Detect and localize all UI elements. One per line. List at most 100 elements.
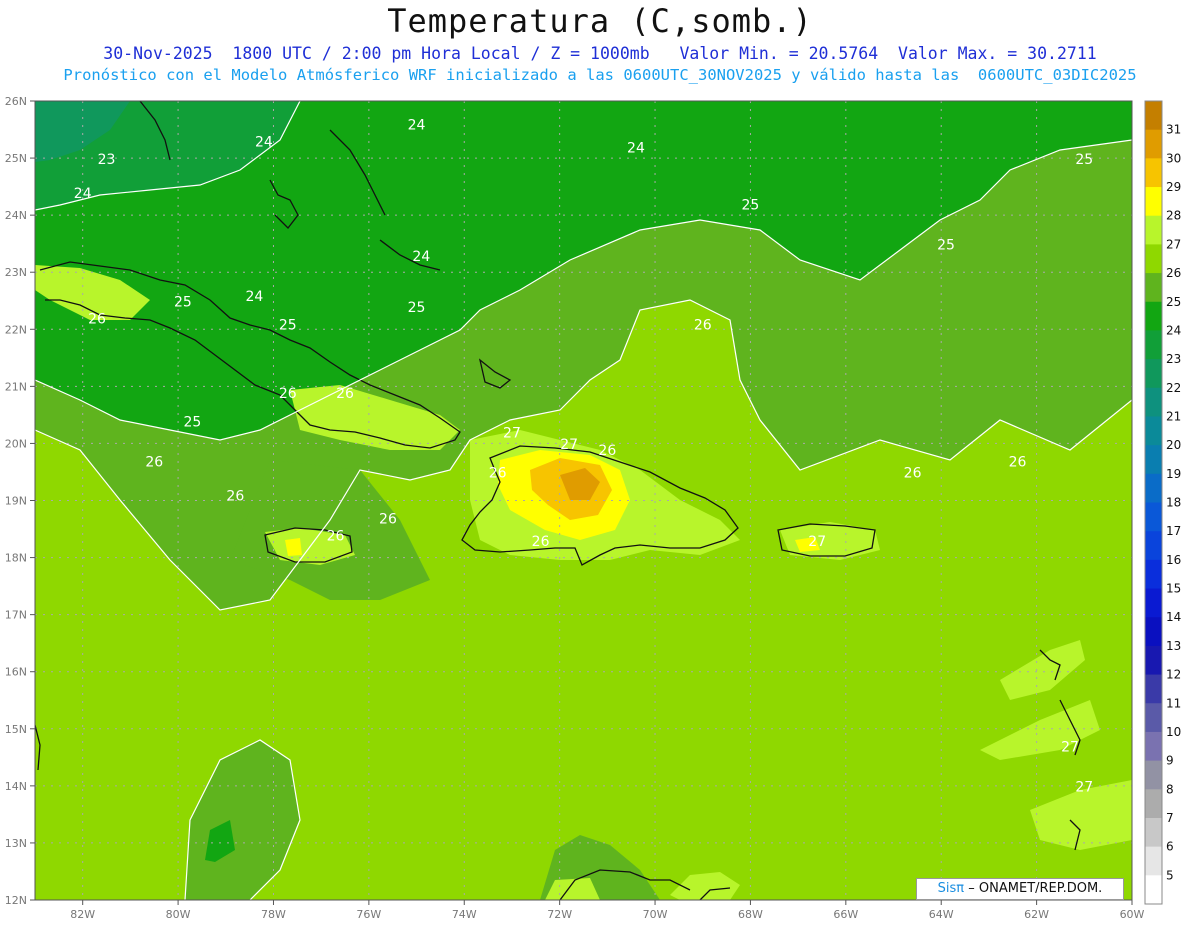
- contour-label: 23: [98, 152, 116, 168]
- lat-tick-label: 15N: [5, 723, 27, 736]
- contour-label: 27: [1075, 780, 1093, 796]
- lon-tick-label: 70W: [643, 908, 668, 921]
- lat-tick-label: 22N: [5, 323, 27, 336]
- colorbar-swatch: [1145, 473, 1162, 503]
- colorbar-swatch: [1145, 760, 1162, 790]
- colorbar-label: 23: [1166, 352, 1181, 366]
- colorbar-label: 29: [1166, 180, 1181, 194]
- colorbar-swatch: [1145, 359, 1162, 389]
- latitude-axis: 12N 13N 14N 15N 16N 17N 18N 19N 20N 21N 22N 23N 24N 2…: [5, 95, 35, 907]
- colorbar-swatch: [1145, 215, 1162, 245]
- lat-tick-label: 18N: [5, 552, 27, 565]
- colorbar-swatch: [1145, 158, 1162, 188]
- longitude-axis: 82W 80W 78W 76W 74W 72W 70W 68W 66W 64W 62W 60W: [70, 900, 1145, 921]
- colorbar-swatch: [1145, 330, 1162, 360]
- lat-tick-label: 14N: [5, 780, 27, 793]
- lat-tick-label: 16N: [5, 666, 27, 679]
- lon-tick-label: 64W: [929, 908, 954, 921]
- contour-label: 25: [742, 197, 760, 213]
- lat-tick-label: 25N: [5, 152, 27, 165]
- colorbar-label: 28: [1166, 209, 1181, 223]
- colorbar-swatch: [1145, 875, 1162, 905]
- contour-label: 26: [379, 511, 397, 527]
- colorbar-label: 8: [1166, 782, 1174, 796]
- contour-label: 26: [694, 317, 712, 333]
- lat-tick-label: 17N: [5, 609, 27, 622]
- contour-label: 26: [88, 312, 106, 328]
- colorbar-swatch: [1145, 645, 1162, 676]
- contour-label: 25: [279, 317, 297, 333]
- lat-tick-label: 23N: [5, 266, 27, 279]
- colorbar-label: 31: [1166, 123, 1181, 137]
- colorbar-swatch: [1145, 416, 1162, 446]
- lon-tick-label: 82W: [70, 908, 95, 921]
- credit-text: – ONAMET/REP.DOM.: [968, 881, 1103, 896]
- contour-label: 24: [408, 118, 426, 134]
- contour-label: 26: [598, 443, 616, 459]
- contour-label: 27: [1061, 740, 1079, 756]
- colorbar-swatch: [1145, 101, 1162, 131]
- colorbar-label: 16: [1166, 553, 1181, 567]
- colorbar-swatch: [1145, 731, 1162, 762]
- lat-tick-label: 26N: [5, 95, 27, 108]
- contour-label: 24: [74, 186, 92, 202]
- colorbar-swatch: [1145, 703, 1162, 733]
- colorbar-label: 18: [1166, 496, 1181, 510]
- sispi-logo: Sisπ: [937, 881, 965, 896]
- contour-label: 26: [904, 466, 922, 482]
- temperature-colorbar: 31 30 29 28 27 26 25 24 23 22 21 20 19 18 17 16 15 14 13 12…: [1144, 100, 1181, 905]
- lat-tick-label: 20N: [5, 437, 27, 450]
- colorbar-swatch: [1145, 789, 1162, 819]
- contour-label: 26: [327, 528, 345, 544]
- temperature-shading: [35, 101, 1132, 900]
- lon-tick-label: 72W: [547, 908, 572, 921]
- lon-tick-label: 74W: [452, 908, 477, 921]
- contour-label: 27: [808, 534, 826, 550]
- colorbar-swatch: [1145, 531, 1162, 561]
- lon-tick-label: 68W: [738, 908, 763, 921]
- colorbar-label: 30: [1166, 151, 1181, 165]
- lon-tick-label: 78W: [261, 908, 286, 921]
- lat-tick-label: 19N: [5, 495, 27, 508]
- colorbar-swatch: [1145, 273, 1162, 303]
- colorbar-swatch: [1145, 187, 1162, 217]
- colorbar-label: 13: [1166, 639, 1181, 653]
- contour-label: 25: [408, 300, 426, 316]
- band-28-29-jamaica: [285, 538, 302, 556]
- colorbar-label: 7: [1166, 811, 1174, 825]
- colorbar-swatch: [1145, 559, 1162, 590]
- contour-label: 26: [226, 489, 244, 505]
- colorbar-label: 22: [1166, 381, 1181, 395]
- contour-label: 25: [183, 414, 201, 430]
- colorbar-swatch: [1145, 244, 1162, 274]
- contour-label: 25: [937, 237, 955, 253]
- colorbar-label: 15: [1166, 582, 1181, 596]
- colorbar-label: 11: [1166, 696, 1181, 710]
- contour-label: 24: [627, 140, 645, 156]
- lat-tick-label: 13N: [5, 837, 27, 850]
- contour-label: 25: [174, 294, 192, 310]
- contour-label: 27: [560, 437, 578, 453]
- colorbar-label: 12: [1166, 668, 1181, 682]
- contour-label: 26: [336, 386, 354, 402]
- colorbar-label: 19: [1166, 467, 1181, 481]
- contour-label: 24: [412, 249, 430, 265]
- lon-tick-label: 76W: [356, 908, 381, 921]
- lat-tick-label: 21N: [5, 380, 27, 393]
- colorbar-label: 17: [1166, 524, 1181, 538]
- contour-label: 26: [532, 534, 550, 550]
- colorbar-swatch: [1145, 817, 1162, 848]
- temperature-map: 24 24 24 23 24 25 25 25 24 24 25 26 25 25 26 25 26 26 26 26…: [5, 95, 1182, 921]
- contour-label: 27: [503, 426, 521, 442]
- colorbar-label: 9: [1166, 754, 1174, 768]
- colorbar-label: 20: [1166, 438, 1181, 452]
- colorbar-label: 10: [1166, 725, 1181, 739]
- colorbar-label: 14: [1166, 610, 1181, 624]
- lon-tick-label: 62W: [1024, 908, 1049, 921]
- lon-tick-label: 66W: [833, 908, 858, 921]
- lon-tick-label: 80W: [166, 908, 191, 921]
- colorbar-swatch: [1145, 588, 1162, 618]
- colorbar-label: 21: [1166, 409, 1181, 423]
- contour-label: 26: [489, 466, 507, 482]
- contour-label: 26: [279, 386, 297, 402]
